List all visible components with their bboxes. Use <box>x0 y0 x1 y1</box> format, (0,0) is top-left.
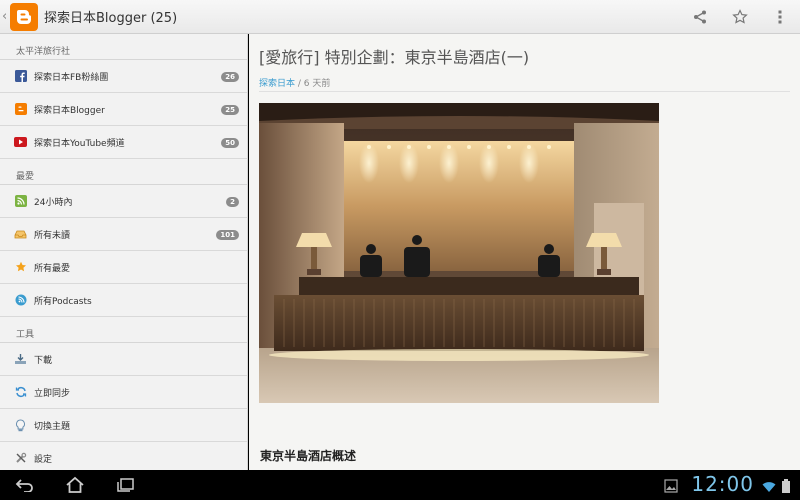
settings-tools-icon <box>14 452 27 465</box>
sidebar-item-label: 探索日本Blogger <box>34 105 105 116</box>
app-title: 探索日本Blogger (25) <box>44 11 178 26</box>
divider <box>259 91 790 92</box>
sidebar-item-label: 探索日本FB粉絲團 <box>34 72 109 83</box>
article-source-link[interactable]: 探索日本 <box>259 79 295 89</box>
action-bar: ‹ 探索日本Blogger (25) <box>0 0 800 34</box>
sidebar-item-download[interactable]: 下載 <box>0 343 247 376</box>
sidebar-item-all-favorites[interactable]: 所有最愛 <box>0 251 247 284</box>
sidebar-item-label: 下載 <box>34 355 53 366</box>
overflow-menu-icon <box>778 10 782 24</box>
sidebar-item-24-hours[interactable]: 24小時內 2 <box>0 185 247 218</box>
article-title[interactable]: [愛旅行] 特別企劃：東京半島酒店(一) <box>259 44 529 68</box>
sidebar-item-fb-fans[interactable]: 探索日本FB粉絲團 26 <box>0 60 247 93</box>
unread-count-badge: 101 <box>216 230 239 240</box>
sidebar-item-blogger[interactable]: 探索日本Blogger 25 <box>0 93 247 126</box>
overflow-menu-button[interactable] <box>760 0 800 34</box>
share-icon <box>694 10 706 24</box>
download-icon <box>14 353 27 366</box>
section-header-travel-agency: 太平洋旅行社 <box>0 34 247 60</box>
section-header-favorites: 最愛 <box>0 159 247 185</box>
sidebar-item-label: 24小時內 <box>34 197 73 208</box>
home-button[interactable] <box>50 470 100 500</box>
sync-icon <box>14 386 27 399</box>
recent-apps-button[interactable] <box>100 470 150 500</box>
facebook-icon <box>14 70 27 83</box>
wifi-icon <box>762 478 776 497</box>
sidebar-item-all-podcasts[interactable]: 所有Podcasts <box>0 284 247 317</box>
unread-count-badge: 2 <box>226 197 239 207</box>
sidebar-item-label: 探索日本YouTube頻道 <box>34 138 125 149</box>
article-pane: [愛旅行] 特別企劃：東京半島酒店(一) 探索日本 / 6 天前 東京半島酒店概… <box>249 34 800 470</box>
back-icon <box>15 479 33 492</box>
article-meta: 探索日本 / 6 天前 <box>259 76 330 89</box>
share-button[interactable] <box>680 0 720 34</box>
favorite-button[interactable] <box>720 0 760 34</box>
sidebar-item-label: 所有Podcasts <box>34 296 92 307</box>
star-outline-icon <box>732 9 748 24</box>
article-image[interactable] <box>259 103 659 403</box>
back-button[interactable] <box>0 470 50 500</box>
home-icon <box>66 476 84 493</box>
sidebar-item-youtube[interactable]: 探索日本YouTube頻道 50 <box>0 126 247 159</box>
section-header-tools: 工具 <box>0 317 247 343</box>
podcast-icon <box>14 294 27 307</box>
sidebar-item-label: 立即同步 <box>34 388 71 399</box>
star-icon <box>14 261 27 274</box>
sidebar: 太平洋旅行社 探索日本FB粉絲團 26 探索日本Blogger 25 探索日本Y… <box>0 34 248 470</box>
battery-icon <box>781 478 791 497</box>
gallery-notification-icon[interactable] <box>664 478 678 497</box>
sidebar-item-all-unread[interactable]: 所有未讀 101 <box>0 218 247 251</box>
up-chevron-icon[interactable]: ‹ <box>2 9 10 24</box>
unread-count-badge: 50 <box>221 138 239 148</box>
sidebar-item-label: 設定 <box>34 454 53 465</box>
rss-icon <box>14 195 27 208</box>
sidebar-item-switch-theme[interactable]: 切換主題 <box>0 409 247 442</box>
status-clock[interactable]: 12:00 <box>691 472 754 496</box>
sidebar-item-label: 所有未讀 <box>34 230 71 241</box>
article-time: / 6 天前 <box>297 79 331 89</box>
system-nav-bar: 12:00 <box>0 470 800 500</box>
sidebar-item-settings[interactable]: 設定 <box>0 442 247 470</box>
blogger-icon <box>14 103 27 116</box>
sidebar-item-sync-now[interactable]: 立即同步 <box>0 376 247 409</box>
unread-count-badge: 26 <box>221 72 239 82</box>
youtube-icon <box>14 136 27 149</box>
recent-apps-icon <box>117 478 134 492</box>
unread-count-badge: 25 <box>221 105 239 115</box>
inbox-icon <box>14 228 27 241</box>
sidebar-item-label: 所有最愛 <box>34 263 71 274</box>
blogger-logo-icon[interactable] <box>10 2 38 31</box>
sidebar-item-label: 切換主題 <box>34 421 71 432</box>
lightbulb-icon <box>14 418 27 432</box>
article-section-heading: 東京半島酒店概述 <box>260 449 357 463</box>
